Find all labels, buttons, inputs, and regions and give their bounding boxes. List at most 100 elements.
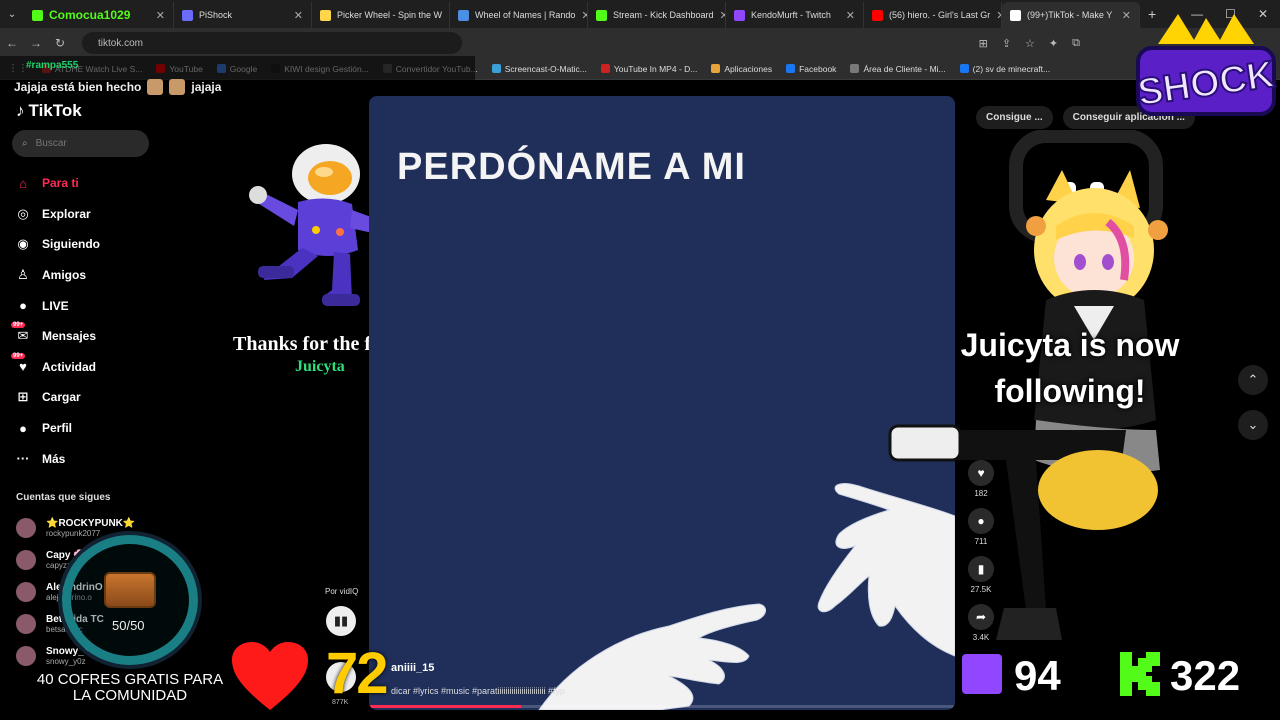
video-username[interactable]: aniiii_15 <box>391 662 434 674</box>
follow-alert-right: Juicyta is now following! <box>960 327 1180 409</box>
avatar <box>16 550 36 570</box>
chat-message: Jajaja está bien hecho jajaja <box>14 79 221 95</box>
search-input[interactable] <box>35 138 136 149</box>
bookmark-label: Aplicaciones <box>724 63 773 74</box>
sidebar-item-siguiendo[interactable]: ◉ Siguiendo <box>14 229 100 260</box>
sidebar-item-label: Amigos <box>42 268 87 283</box>
sidebar-item-label: Más <box>42 451 66 466</box>
bookmark-favicon-icon <box>711 64 721 73</box>
browser-tab[interactable]: PiShock ✕ <box>174 2 312 28</box>
bookmark-label: Área de Cliente - Mi... <box>863 63 946 74</box>
bookmark-star-icon[interactable]: ☆ <box>1025 37 1035 50</box>
kick-icon <box>1120 652 1160 696</box>
translate-icon[interactable]: ⊞ <box>979 37 988 50</box>
bookmark-item[interactable]: Facebook <box>786 64 836 74</box>
browser-tab[interactable]: Comocua1029 ✕ <box>24 2 174 28</box>
bookmark-item[interactable]: Área de Cliente - Mi... <box>850 63 946 74</box>
account-handle: snowy_y0z <box>46 657 86 666</box>
tab-list: Comocua1029 ✕ PiShock ✕ Picker Wheel - Spin … <box>24 0 1140 28</box>
sidebar-item-label: Mensajes <box>42 329 97 344</box>
forward-icon[interactable]: → <box>24 36 48 50</box>
reload-icon[interactable]: ↻ <box>48 36 72 50</box>
get-coins-button[interactable]: Consigue ... <box>976 105 1053 129</box>
browser-tab[interactable]: (56) hiero. - Girl's Last Gr✕ <box>864 2 1002 28</box>
sidebar-item-label: Para ti <box>42 176 79 191</box>
notification-badge: 99+ <box>11 322 26 329</box>
sidebar-item-más[interactable]: ··· Más <box>14 443 100 474</box>
bookmark-favicon-icon <box>491 64 501 73</box>
tab-label: Stream - Kick Dashboard <box>613 10 714 20</box>
avatar <box>16 518 36 538</box>
video-player[interactable]: PERDÓNAME A MI aniiii_15 dicar #lyrics #… <box>369 96 955 710</box>
bookmark-favicon-icon <box>959 64 969 73</box>
tab-search-icon[interactable]: ⌄ <box>0 9 24 20</box>
share-page-icon[interactable]: ⇪ <box>1002 37 1011 50</box>
bookmark-item[interactable]: (2) sv de minecraft... <box>959 63 1051 74</box>
sidebar-item-perfil[interactable]: ● Perfil <box>14 413 100 444</box>
sidebar-item-explorar[interactable]: ◎ Explorar <box>14 199 100 230</box>
tab-close-icon[interactable]: ✕ <box>581 9 587 22</box>
video-progress-bar[interactable] <box>369 705 955 708</box>
video-progress-fill <box>369 705 522 708</box>
browser-tab[interactable]: Wheel of Names | Rando ✕ <box>450 2 588 28</box>
emote-icon <box>169 79 186 95</box>
search-box: ⌕ <box>12 130 149 157</box>
extensions-puzzle-icon[interactable]: ⧉ <box>1072 37 1080 50</box>
vidiq-stats-button[interactable]: ▮▮ <box>326 606 356 636</box>
bookmark-item[interactable]: YouTube In MP4 - D... <box>600 63 698 74</box>
tab-label: KendoMurft - Twitch <box>751 10 831 20</box>
back-icon[interactable]: ← <box>0 36 24 50</box>
tiktok-note-icon: ♪ <box>16 101 25 120</box>
sidebar-item-amigos[interactable]: ♙ Amigos <box>14 260 100 291</box>
tab-label: (99+)TikTok - Make Y <box>1027 10 1113 20</box>
extension-icon[interactable]: ✦ <box>1049 37 1058 50</box>
bookmark-item[interactable]: Screencast-O-Matic... <box>491 63 587 74</box>
tab-close-icon[interactable]: ✕ <box>156 9 165 22</box>
sidebar-item-actividad[interactable]: ♥ 99+ Actividad <box>11 352 100 383</box>
bookmark-label: Facebook <box>799 63 837 74</box>
video-description: dicar #lyrics #music #paratiiiiiiiiiiiii… <box>391 686 566 696</box>
tab-close-icon[interactable]: ✕ <box>1122 9 1131 22</box>
tab-label: Comocua1029 <box>49 8 131 22</box>
sidebar-item-para-ti[interactable]: ⌂ Para ti <box>14 168 100 199</box>
browser-tab[interactable]: (99+)TikTok - Make Y ✕ <box>1002 2 1140 28</box>
sidebar-item-label: Explorar <box>42 206 91 221</box>
messages-icon: ✉ 99+ <box>11 322 29 344</box>
sidebar-item-mensajes[interactable]: ✉ 99+ Mensajes <box>11 321 100 352</box>
tab-label: Wheel of Names | Rando <box>475 10 576 20</box>
browser-tab[interactable]: KendoMurft - Twitch ✕ <box>726 2 864 28</box>
sidebar-item-cargar[interactable]: ⊞ Cargar <box>14 382 100 413</box>
tab-favicon-icon <box>734 9 745 21</box>
tab-label: (56) hiero. - Girl's Last Gr <box>889 10 991 20</box>
emote-icon <box>147 79 164 95</box>
vidiq-label: Por vidIQ <box>325 587 359 596</box>
video-caption-text: PERDÓNAME A MI <box>397 146 746 188</box>
bookmark-favicon-icon <box>850 64 860 73</box>
shock-logo: SHOCK <box>1134 14 1278 116</box>
avatar <box>16 582 36 602</box>
sidebar-item-live[interactable]: ● LIVE <box>14 290 100 321</box>
tab-close-icon[interactable]: ✕ <box>846 9 855 22</box>
tab-label: PiShock <box>199 10 233 20</box>
bookmark-label: YouTube In MP4 - D... <box>613 63 698 74</box>
chat-username: #rampa555 <box>26 60 79 71</box>
browser-tab[interactable]: Picker Wheel - Spin the W✕ <box>312 2 450 28</box>
next-video-button[interactable]: ⌄ <box>1238 410 1268 440</box>
live-icon: ● <box>19 298 27 314</box>
chest-caption: 40 COFRES GRATIS PARA LA COMUNIDAD <box>36 671 224 704</box>
bookmark-item[interactable]: Aplicaciones <box>711 64 772 74</box>
tab-close-icon[interactable]: ✕ <box>294 9 303 22</box>
twitch-icon <box>962 654 1002 694</box>
browser-tab[interactable]: Stream - Kick Dashboard✕ <box>588 2 726 28</box>
tab-favicon-icon <box>872 9 883 21</box>
tab-favicon-icon <box>458 9 469 21</box>
url-input[interactable]: tiktok.com <box>82 32 462 54</box>
account-name: ⭐ROCKYPUNK⭐ <box>46 518 136 529</box>
heart-icon <box>232 642 308 710</box>
bookmark-label: (2) sv de minecraft... <box>972 63 1051 74</box>
tiktok-logo[interactable]: ♪ TikTok <box>16 101 82 121</box>
twitch-counter: 94 <box>1014 652 1061 699</box>
previous-video-button[interactable]: ⌃ <box>1238 365 1268 395</box>
bookmark-label: Screencast-O-Matic... <box>504 63 587 74</box>
avatar <box>16 614 36 634</box>
